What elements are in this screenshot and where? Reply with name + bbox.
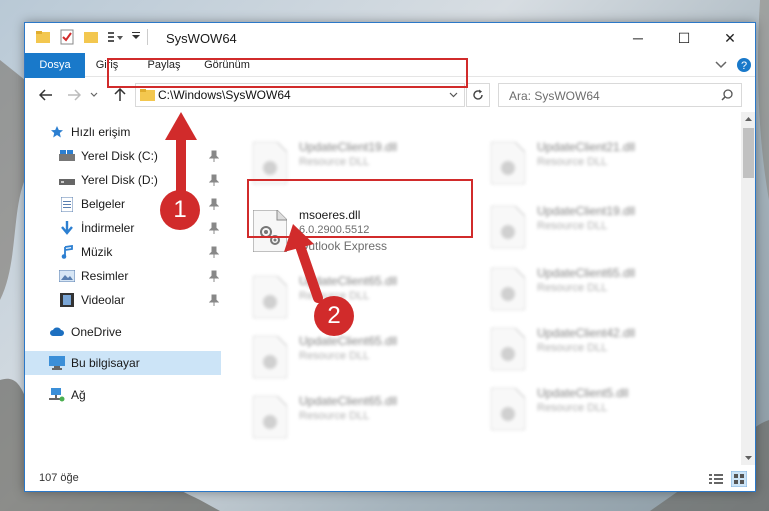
- annotation-arrows: [165, 112, 323, 303]
- step-marker-2: 2: [314, 296, 354, 336]
- step-marker-1: 1: [160, 190, 200, 230]
